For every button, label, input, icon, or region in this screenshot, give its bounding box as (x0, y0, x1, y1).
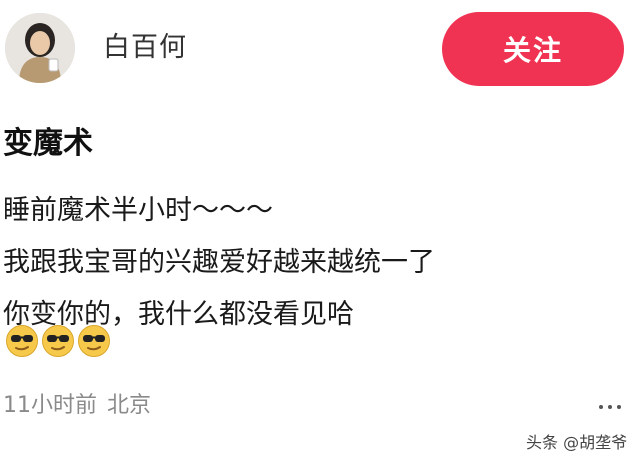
post-line: 睡前魔术半小时～～～ (3, 195, 273, 226)
post-title: 变魔术 (3, 126, 93, 161)
post-body: 睡前魔术半小时～～～ 我跟我宝哥的兴趣爱好越来越统一了 你变你的，我什么都没看见… (3, 185, 623, 341)
sunglasses-emoji-icon (6, 325, 38, 357)
sunglasses-emoji-icon (42, 325, 74, 357)
avatar[interactable] (5, 13, 75, 83)
avatar-photo (5, 13, 75, 83)
more-options-button[interactable] (590, 393, 630, 421)
post-line: 我跟我宝哥的兴趣爱好越来越统一了 (3, 247, 435, 278)
more-dot (617, 405, 621, 409)
more-dot (608, 405, 612, 409)
post-location: 北京 (107, 393, 152, 418)
username[interactable]: 白百何 (103, 28, 187, 68)
post-time: 11小时前 (3, 393, 97, 418)
follow-button[interactable]: 关注 (442, 12, 624, 86)
post-meta: 11小时前 北京 (3, 389, 151, 423)
emoji-row (5, 324, 111, 360)
watermark: 头条 @胡垄爷 (526, 433, 628, 452)
sunglasses-emoji-icon (78, 325, 110, 357)
more-dot (599, 405, 603, 409)
